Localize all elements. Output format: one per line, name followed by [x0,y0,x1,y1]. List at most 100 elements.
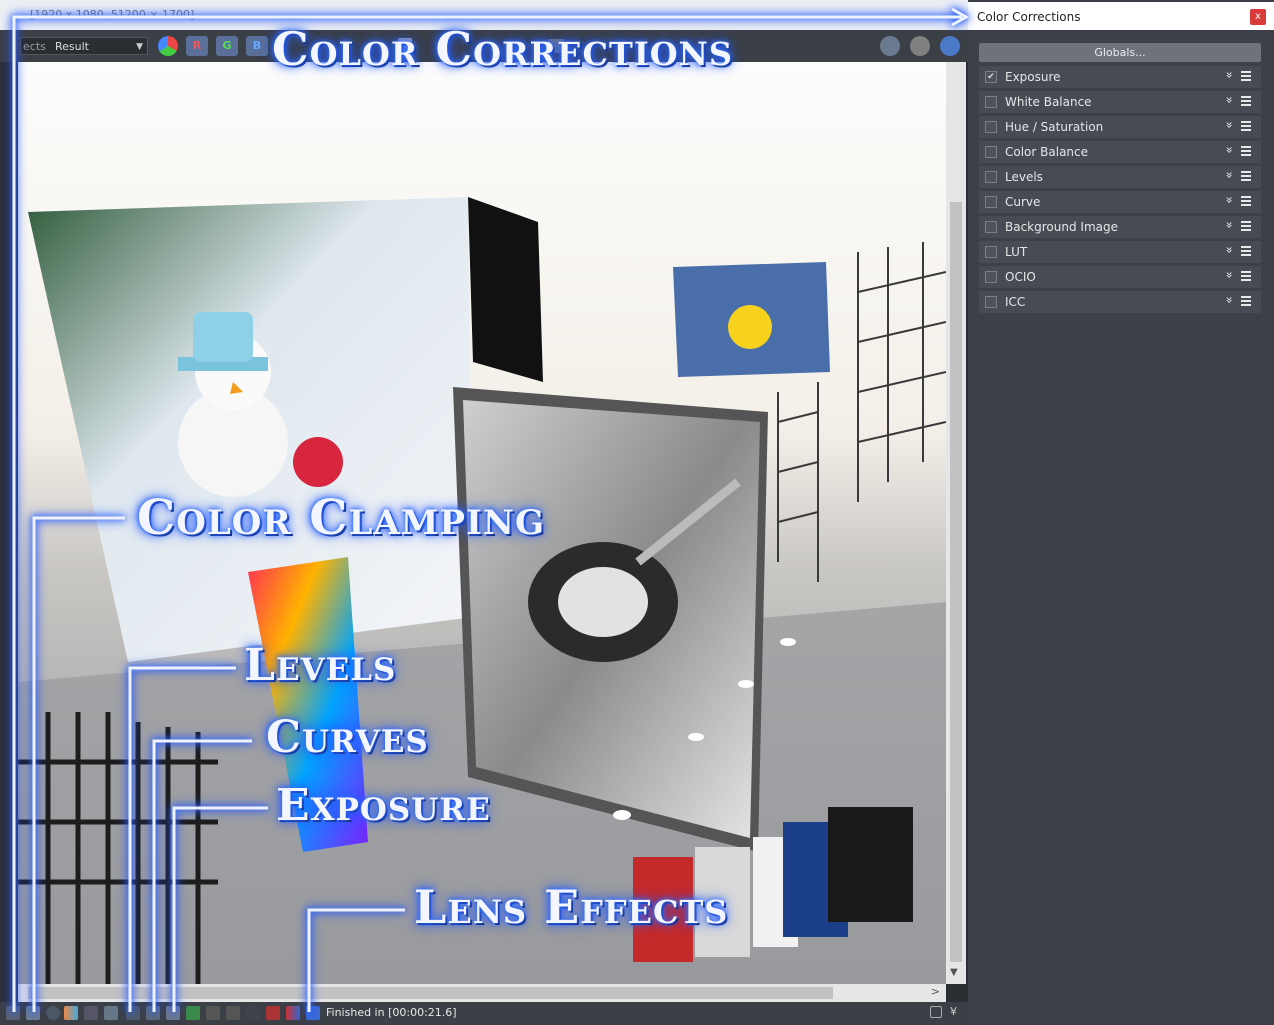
history-icon[interactable] [246,1006,260,1020]
expand-icon[interactable]: » [1222,171,1236,178]
hamburger-menu-icon[interactable] [1241,121,1251,131]
correction-list: ✔ Exposure» White Balance» Hue / Saturation… [979,66,1261,316]
annotation-color-corrections: Color Corrections [272,22,734,76]
color-balance-checkbox[interactable] [985,146,997,158]
expand-icon[interactable]: » [1222,121,1236,128]
exposure-icon[interactable] [166,1006,180,1020]
correction-label: LUT [1005,245,1028,259]
lens-effects-icon[interactable] [306,1006,320,1020]
correction-row-background-image[interactable]: Background Image » [979,216,1261,238]
annotation-curves: Curves [266,712,429,763]
hamburger-menu-icon[interactable] [1241,296,1251,306]
hamburger-menu-icon[interactable] [1241,146,1251,156]
expand-icon[interactable]: » [1222,296,1236,303]
blue-channel-button[interactable]: B [246,36,268,56]
expand-icon[interactable]: » [1222,96,1236,103]
channel-prefix: ects [23,40,46,53]
lut-icon[interactable] [226,1006,240,1020]
color-clamping-icon[interactable] [26,1006,40,1020]
hamburger-menu-icon[interactable] [1241,96,1251,106]
correction-label: OCIO [1005,270,1036,284]
curves-icon[interactable] [146,1006,160,1020]
close-button[interactable]: x [1250,9,1266,25]
scroll-thumb[interactable] [950,202,962,962]
expand-icon[interactable]: » [1222,246,1236,253]
ocio-checkbox[interactable] [985,271,997,283]
annotation-color-clamping: Color Clamping [137,490,546,546]
hsl-icon[interactable] [84,1006,98,1020]
expand-icon[interactable]: » [1222,71,1236,78]
exposure-checkbox[interactable]: ✔ [985,71,997,83]
color-corrections-panel: Color Corrections x Globals... ✔ Exposure… [968,0,1274,1025]
white-balance-checkbox[interactable] [985,96,997,108]
lut-checkbox[interactable] [985,246,997,258]
correction-label: Curve [1005,195,1041,209]
correction-row-white-balance[interactable]: White Balance » [979,91,1261,113]
chevron-down-icon[interactable]: ¥ [950,1005,957,1018]
annotation-levels: Levels [244,640,397,691]
expand-icon[interactable]: » [1222,271,1236,278]
compare-icon[interactable] [266,1006,280,1020]
correction-row-icc[interactable]: ICC » [979,291,1261,313]
annotation-lens-effects: Lens Effects [414,880,729,934]
hamburger-menu-icon[interactable] [1241,221,1251,231]
teapot-icon[interactable] [880,36,900,56]
white-balance-icon[interactable] [64,1006,78,1020]
background-image-icon[interactable] [186,1006,200,1020]
correction-row-lut[interactable]: LUT » [979,241,1261,263]
stop-render-icon[interactable] [910,36,930,56]
stereo-icon[interactable] [286,1006,300,1020]
hamburger-menu-icon[interactable] [1241,271,1251,281]
track-mouse-icon[interactable] [6,1006,20,1020]
channel-select-value: Result [55,40,89,53]
correction-row-ocio[interactable]: OCIO » [979,266,1261,288]
ocio-icon[interactable] [206,1006,220,1020]
red-channel-button[interactable]: R [186,36,208,56]
correction-label: Hue / Saturation [1005,120,1104,134]
correction-label: Background Image [1005,220,1118,234]
vertical-scrollbar[interactable]: ▼ [946,62,966,984]
icc-checkbox[interactable] [985,296,997,308]
green-channel-button[interactable]: G [216,36,238,56]
chevron-right-icon[interactable]: > [931,985,940,998]
correction-row-hue-saturation[interactable]: Hue / Saturation » [979,116,1261,138]
correction-row-exposure[interactable]: ✔ Exposure » [979,66,1261,88]
hamburger-menu-icon[interactable] [1241,196,1251,206]
info-icon[interactable] [46,1006,60,1020]
globals-button[interactable]: Globals... [979,43,1261,62]
hamburger-menu-icon[interactable] [1241,71,1251,81]
color-balance-icon[interactable] [104,1006,118,1020]
horizontal-scrollbar[interactable]: > [18,984,946,1002]
vfb-title-text: [1920 x 1080, 51200 × 1700] [30,8,195,21]
render-icon[interactable] [940,36,960,56]
status-bar: Finished in [00:00:21.6] ¥ [0,1002,968,1025]
expand-icon[interactable]: » [1222,221,1236,228]
correction-label: Exposure [1005,70,1061,84]
correction-label: Color Balance [1005,145,1089,159]
expand-icon[interactable]: » [1222,196,1236,203]
chevron-down-icon[interactable]: ▼ [950,967,958,978]
hamburger-menu-icon[interactable] [1241,246,1251,256]
levels-checkbox[interactable] [985,171,997,183]
color-channels-icon[interactable] [158,36,178,56]
correction-row-levels[interactable]: Levels » [979,166,1261,188]
expand-icon[interactable]: » [1222,146,1236,153]
background-image-checkbox[interactable] [985,221,997,233]
scroll-thumb[interactable] [28,987,833,999]
hue-saturation-checkbox[interactable] [985,121,997,133]
curve-checkbox[interactable] [985,196,997,208]
render-status: Finished in [00:00:21.6] [326,1006,457,1019]
annotation-exposure: Exposure [276,780,491,831]
correction-label: White Balance [1005,95,1092,109]
correction-row-color-balance[interactable]: Color Balance » [979,141,1261,163]
correction-label: Levels [1005,170,1043,184]
channel-select[interactable]: ects Result ▼ [20,37,148,55]
panel-title-bar: Color Corrections x [968,2,1274,30]
panel-title: Color Corrections [977,10,1081,24]
correction-row-curve[interactable]: Curve » [979,191,1261,213]
chevron-down-icon: ▼ [136,42,143,52]
levels-icon[interactable] [126,1006,140,1020]
maximize-icon[interactable] [930,1006,942,1018]
correction-label: ICC [1005,295,1026,309]
hamburger-menu-icon[interactable] [1241,171,1251,181]
